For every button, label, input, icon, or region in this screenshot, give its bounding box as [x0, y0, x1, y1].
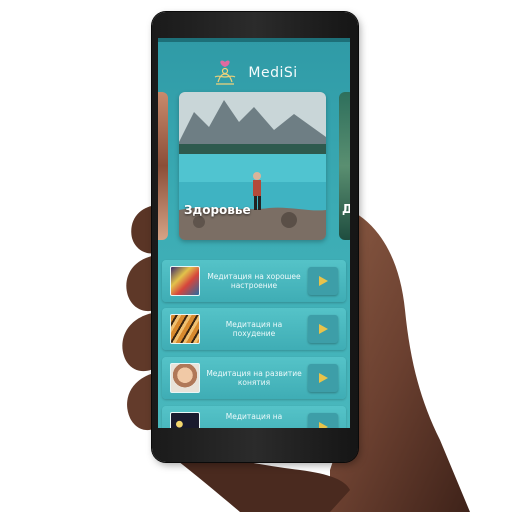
- carousel-card-label: Здоровье: [184, 203, 251, 217]
- app-screen: MediSi Здоровье Д Медитация на хорошее н…: [158, 38, 350, 428]
- meditation-item[interactable]: Медитация на: [162, 406, 346, 428]
- meditation-title: Медитация на хорошее настроение: [207, 272, 301, 290]
- meditation-title: Медитация на похудение: [225, 320, 283, 338]
- status-bar: [158, 38, 350, 42]
- category-carousel[interactable]: Здоровье Д: [158, 92, 350, 242]
- play-button[interactable]: [308, 267, 338, 295]
- play-icon: [319, 373, 328, 383]
- meditation-item[interactable]: Медитация на развитие конятия: [162, 357, 346, 399]
- carousel-next-label: Д: [342, 202, 350, 216]
- play-icon: [319, 324, 328, 334]
- mountain-lake-photo: [179, 92, 326, 240]
- lotus-meditation-icon: [215, 60, 236, 85]
- child-portrait-thumb: [170, 363, 200, 393]
- meditation-title: Медитация на развитие конятия: [206, 369, 302, 387]
- play-icon: [319, 276, 328, 286]
- night-lights-thumb: [170, 412, 200, 428]
- meditation-title: Медитация на: [225, 412, 283, 421]
- meditation-item[interactable]: Медитация на хорошее настроение: [162, 260, 346, 302]
- play-button[interactable]: [308, 413, 338, 428]
- tiger-thumb: [170, 314, 200, 344]
- carousel-card-next[interactable]: Д: [339, 92, 350, 240]
- carousel-card-health[interactable]: Здоровье: [179, 92, 326, 240]
- play-button[interactable]: [308, 364, 338, 392]
- colorful-abstract-thumb: [170, 266, 200, 296]
- meditation-item[interactable]: Медитация на похудение: [162, 308, 346, 350]
- play-button[interactable]: [308, 315, 338, 343]
- app-title: MediSi: [248, 65, 298, 81]
- play-icon: [319, 422, 328, 428]
- carousel-card-previous[interactable]: [158, 92, 168, 240]
